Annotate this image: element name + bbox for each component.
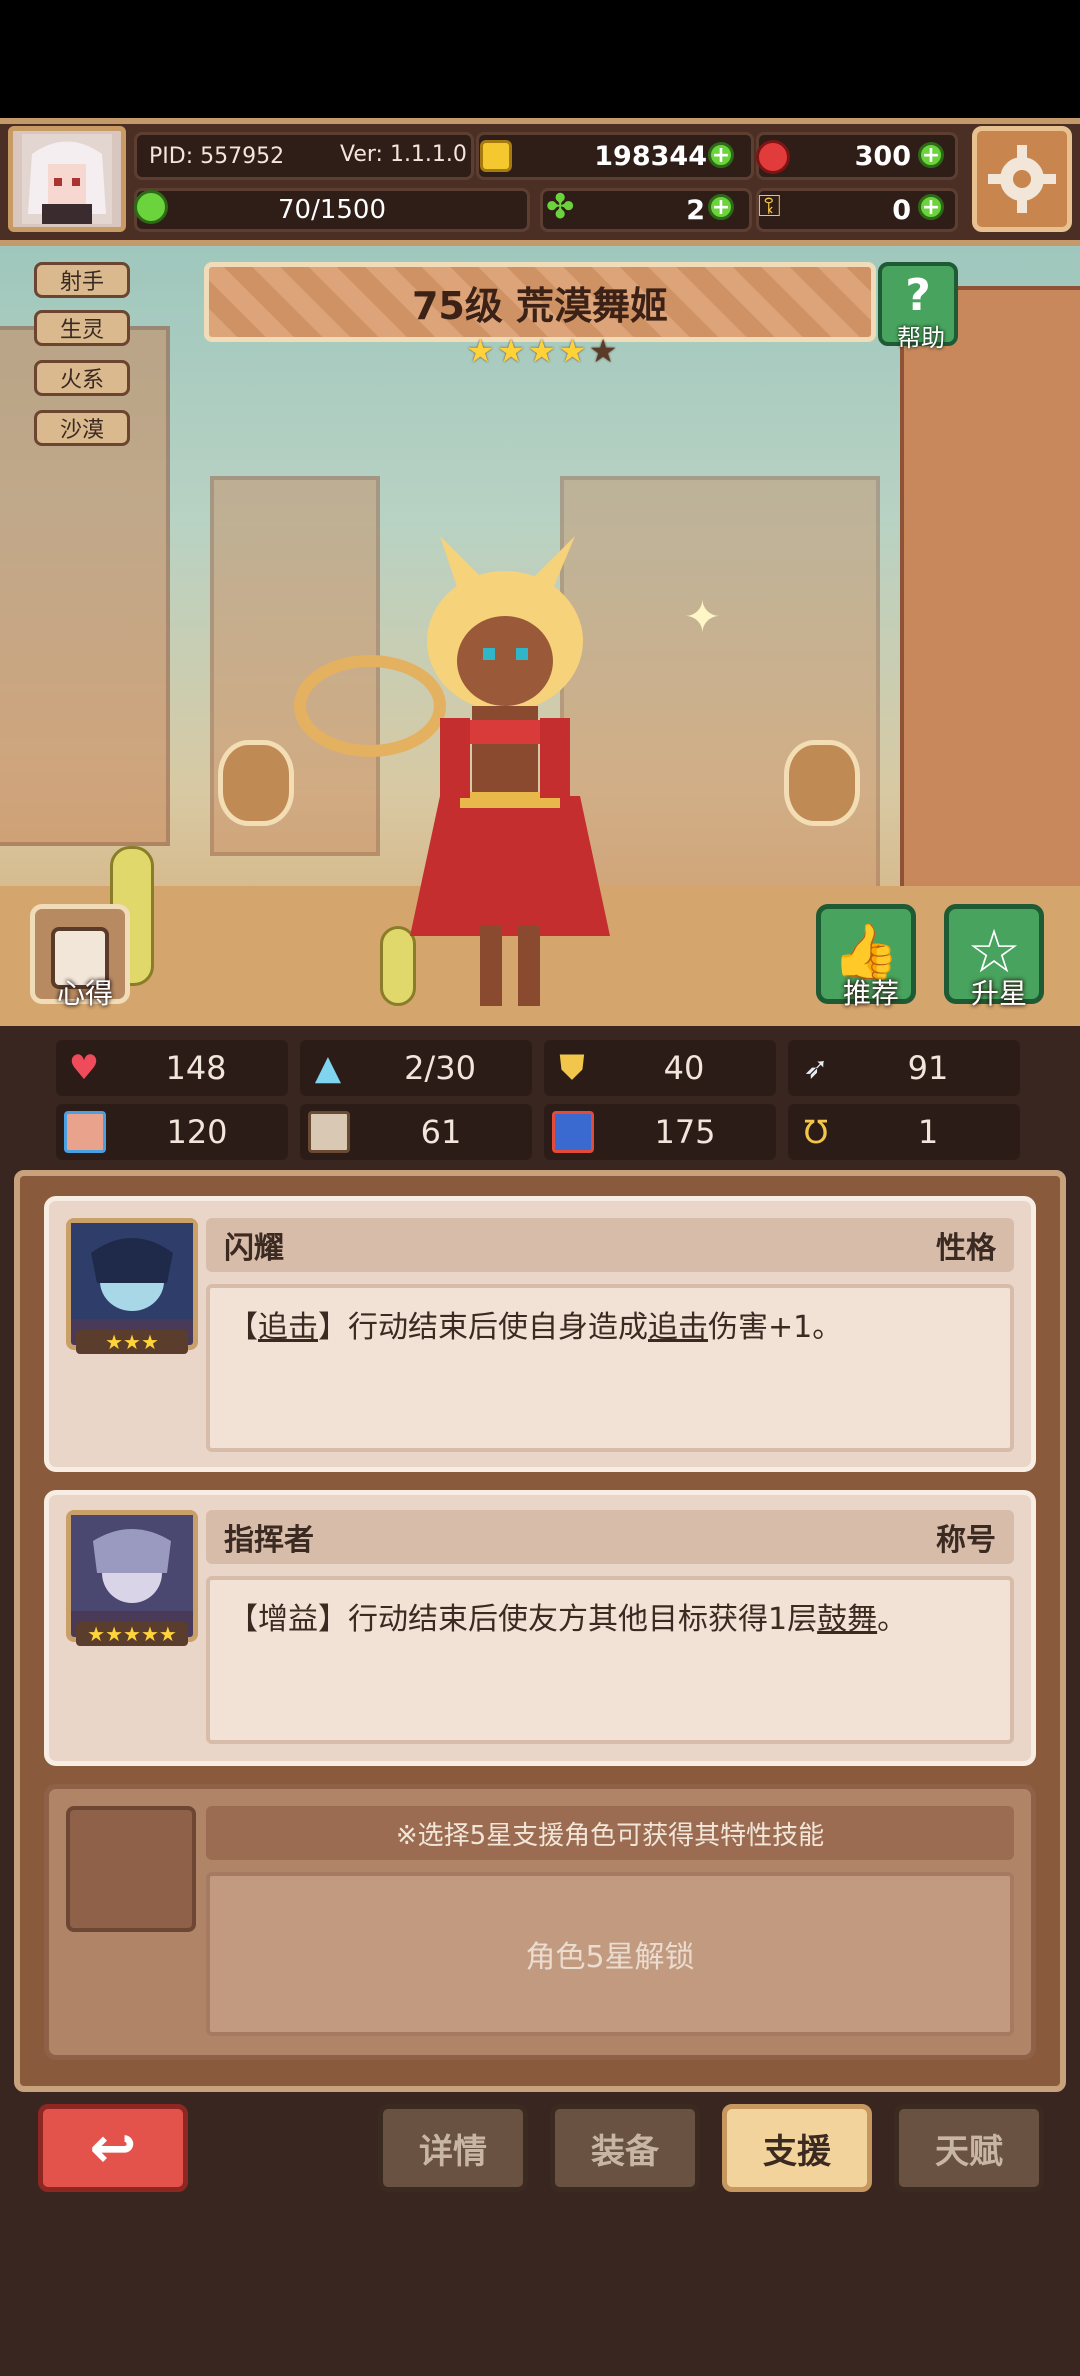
stat-crit-value: 1 [917, 1113, 939, 1151]
tag-class: 射手 [34, 262, 130, 298]
stat-hp-value: 148 [165, 1049, 227, 1087]
stat-hp: ♥ 148 [56, 1040, 288, 1096]
recommend-label: 推荐 [842, 977, 899, 1010]
desc-text: 】行动结束后使自身造成 [318, 1310, 648, 1345]
stat-speed-value: 91 [907, 1049, 949, 1087]
tab-equipment[interactable]: 装备 [550, 2104, 700, 2192]
book-icon [308, 1111, 350, 1153]
keyword-link[interactable]: 追击 [258, 1310, 318, 1345]
stat-mana: ▲ 2/30 [300, 1040, 532, 1096]
stat-mana-value: 2/30 [404, 1049, 476, 1087]
tab-talent[interactable]: 天赋 [894, 2104, 1044, 2192]
avatar-portrait-icon [22, 134, 112, 224]
tab-support[interactable]: 支援 [722, 2104, 872, 2192]
boot-icon [552, 1111, 594, 1153]
background-rock [0, 326, 170, 846]
stamina-value: 70/1500 [277, 195, 386, 225]
sparkle-icon: ✦ [684, 592, 721, 643]
stat-defense-value: 40 [663, 1049, 705, 1087]
gem-icon [756, 140, 790, 174]
help-label: 帮助 [897, 324, 945, 352]
stat-power: 175 [544, 1104, 776, 1160]
stamina-leaf-icon [134, 190, 168, 224]
orbit-shield-icon [784, 740, 860, 826]
add-clover-button[interactable]: + [708, 194, 734, 220]
foreground-cliff [900, 286, 1080, 966]
orbit-shield-icon [218, 740, 294, 826]
settings-button[interactable] [972, 126, 1072, 232]
support-slot-2-name: 指挥者 [224, 1523, 314, 1558]
shield-icon: ⛊ [559, 1048, 585, 1088]
stat-speed: ➶ 91 [788, 1040, 1020, 1096]
clover-icon: ✤ [546, 187, 575, 227]
support-character-portrait [71, 1223, 193, 1319]
star-empty-icon: ★ [588, 332, 618, 370]
support-slot-1-header: 闪耀 性格 [206, 1218, 1014, 1272]
horseshoe-icon: Ʊ [803, 1113, 829, 1151]
desc-text: 。 [877, 1602, 908, 1637]
gold-coin-icon [480, 140, 512, 172]
support-character-portrait [71, 1515, 193, 1611]
support-slot-1-type: 性格 [936, 1231, 996, 1266]
stat-magic-value: 61 [420, 1113, 462, 1151]
star-filled-icon: ★ [527, 332, 557, 370]
support-portrait-1-stars: ★★★ [76, 1330, 188, 1354]
stat-magic: 61 [300, 1104, 532, 1160]
gem-amount: 300 [854, 140, 911, 172]
star-filled-icon: ★ [558, 332, 587, 370]
question-icon: ? [905, 270, 931, 321]
tag-element: 火系 [34, 360, 130, 396]
tab-details[interactable]: 详情 [378, 2104, 528, 2192]
add-gold-button[interactable]: + [708, 142, 734, 168]
wing-icon: ➶ [803, 1050, 829, 1086]
support-slot-2-description: 【增益】行动结束后使友方其他目标获得1层鼓舞。 [206, 1576, 1014, 1744]
stat-attack: 120 [56, 1104, 288, 1160]
keyword-link[interactable]: 追击 [648, 1310, 708, 1345]
gold-amount: 198344 [594, 140, 707, 172]
stat-attack-value: 120 [166, 1113, 228, 1151]
player-id: PID: 557952 [149, 143, 285, 169]
add-key-button[interactable]: + [918, 194, 944, 220]
stat-power-value: 175 [654, 1113, 716, 1151]
key-icon: ⚿ [758, 189, 781, 224]
support-slot-1-name: 闪耀 [224, 1231, 284, 1266]
support-slot-3-locked-text: 角色5星解锁 [206, 1872, 1014, 2036]
desc-text: 伤害+1。 [708, 1310, 843, 1345]
tag-race: 生灵 [34, 310, 130, 346]
status-bar [0, 0, 1080, 118]
keyword-link[interactable]: 鼓舞 [817, 1602, 877, 1637]
fist-icon [64, 1111, 106, 1153]
empty-portrait-slot[interactable] [66, 1806, 196, 1932]
key-amount: 0 [892, 194, 911, 226]
stamina-pill: 70/1500 [134, 188, 530, 232]
support-portrait-2-stars: ★★★★★ [76, 1622, 188, 1646]
star-filled-icon: ★ [466, 332, 495, 370]
stat-crit: Ʊ 1 [788, 1104, 1020, 1160]
desc-text: 【 [228, 1310, 258, 1345]
return-arrow-icon: ↩ [89, 2115, 137, 2181]
heart-icon: ♥ [68, 1048, 100, 1088]
add-gem-button[interactable]: + [918, 142, 944, 168]
desc-text: 【增益】行动结束后使友方其他目标获得1层 [228, 1602, 818, 1637]
support-slot-1-description: 【追击】行动结束后使自身造成追击伤害+1。 [206, 1284, 1014, 1452]
character-title: 75级 荒漠舞姬 [411, 283, 669, 328]
version-label: Ver: 1.1.1.0 [340, 142, 467, 167]
support-slot-2-header: 指挥者 称号 [206, 1510, 1014, 1564]
notes-label: 心得 [56, 977, 113, 1010]
support-slot-2-type: 称号 [936, 1523, 996, 1558]
water-drop-icon: ▲ [314, 1048, 342, 1088]
tag-region: 沙漠 [34, 410, 130, 446]
star-up-label: 升星 [970, 977, 1027, 1010]
support-slot-3-hint: ※选择5星支援角色可获得其特性技能 [206, 1806, 1014, 1860]
stat-defense: ⛊ 40 [544, 1040, 776, 1096]
character-title-banner: 75级 荒漠舞姬 [204, 262, 876, 342]
star-filled-icon: ★ [496, 332, 526, 370]
star-rating: ★ ★ ★ ★ ★ [466, 332, 618, 370]
back-button[interactable]: ↩ [38, 2104, 188, 2192]
gear-icon [988, 145, 1056, 213]
clover-amount: 2 [686, 194, 705, 226]
character-sprite [294, 536, 610, 1006]
